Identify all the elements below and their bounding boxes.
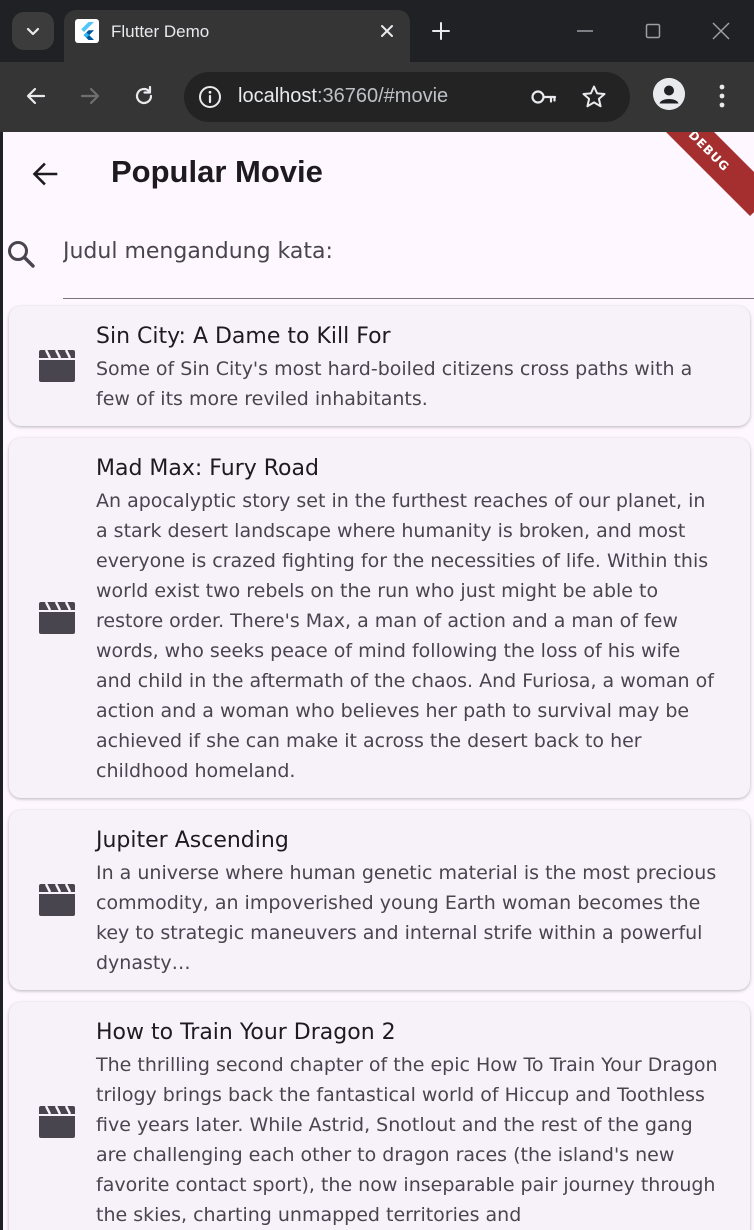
bookmark-button[interactable] (580, 83, 608, 111)
arrow-left-icon (26, 87, 46, 105)
reload-button[interactable] (126, 78, 162, 114)
movie-list-item[interactable]: Sin City: A Dame to Kill For Some of Sin… (9, 306, 750, 426)
movie-list: Sin City: A Dame to Kill For Some of Sin… (9, 306, 750, 1230)
movie-title: Mad Max: Fury Road (96, 456, 319, 481)
profile-avatar[interactable] (653, 78, 685, 110)
movie-list-item[interactable]: Mad Max: Fury Road An apocalyptic story … (9, 438, 750, 798)
browser-menu-button[interactable] (706, 78, 738, 114)
more-vertical-icon (719, 84, 725, 108)
movie-title: Jupiter Ascending (96, 828, 289, 853)
search-icon (8, 241, 35, 268)
info-icon (199, 86, 221, 108)
tab-title: Flutter Demo (111, 22, 210, 41)
url-text[interactable]: localhost:36760/#movie (238, 85, 448, 108)
movie-overview: In a universe where human genetic materi… (96, 862, 717, 974)
close-icon (712, 22, 730, 40)
back-nav-button[interactable] (18, 78, 54, 114)
movie-title: Sin City: A Dame to Kill For (96, 324, 391, 349)
back-button[interactable] (25, 154, 65, 194)
minimize-button[interactable] (568, 14, 602, 48)
reload-icon (135, 85, 153, 105)
movie-clapperboard-icon (39, 601, 75, 634)
browser-tab[interactable]: Flutter Demo (64, 10, 410, 62)
star-icon (582, 85, 606, 108)
address-bar[interactable]: localhost:36760/#movie (184, 72, 630, 122)
page-title: Popular Movie (111, 154, 323, 189)
movie-overview: Some of Sin City's most hard-boiled citi… (96, 358, 693, 410)
movie-clapperboard-icon (39, 1105, 75, 1138)
arrow-right-icon (80, 87, 100, 105)
movie-title: How to Train Your Dragon 2 (96, 1020, 396, 1045)
maximize-button[interactable] (636, 14, 670, 48)
arrow-back-icon (32, 162, 58, 186)
movie-list-item[interactable]: How to Train Your Dragon 2 The thrilling… (9, 1002, 750, 1230)
tab-search-button[interactable] (12, 12, 54, 50)
close-tab-button[interactable] (374, 18, 400, 44)
movie-overview: An apocalyptic story set in the furthest… (96, 490, 714, 782)
browser-toolbar: localhost:36760/#movie (0, 62, 754, 132)
plus-icon (432, 22, 450, 40)
app-viewport: Popular Movie DEBUG Sin City: A Dame to … (3, 132, 754, 1230)
search-input[interactable] (63, 228, 754, 299)
movie-overview: The thrilling second chapter of the epic… (96, 1054, 718, 1226)
close-icon (381, 25, 393, 37)
close-window-button[interactable] (704, 14, 738, 48)
browser-tabstrip: Flutter Demo (0, 0, 754, 62)
person-icon (653, 78, 685, 110)
site-info-button[interactable] (194, 81, 226, 113)
key-icon (531, 90, 557, 104)
movie-list-item[interactable]: Jupiter Ascending In a universe where hu… (9, 810, 750, 990)
flutter-logo-icon (75, 19, 99, 43)
movie-clapperboard-icon (39, 883, 75, 916)
password-key-button[interactable] (530, 83, 558, 111)
url-path: :36760/#movie (316, 85, 449, 107)
app-bar: Popular Movie (3, 132, 754, 216)
movie-clapperboard-icon (39, 349, 75, 382)
search-bar (3, 228, 754, 300)
new-tab-button[interactable] (426, 16, 456, 46)
minimize-icon (577, 30, 593, 32)
chevron-down-icon (26, 27, 40, 36)
maximize-icon (645, 23, 661, 39)
forward-nav-button[interactable] (72, 78, 108, 114)
url-host: localhost (238, 85, 317, 107)
